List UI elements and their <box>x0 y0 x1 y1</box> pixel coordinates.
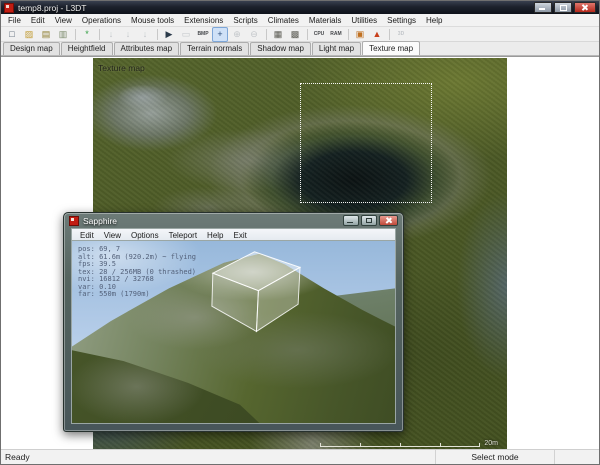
sapphire-menu-help[interactable]: Help <box>202 231 228 240</box>
minimize-button[interactable] <box>534 2 552 13</box>
tab-design-map[interactable]: Design map <box>3 42 60 55</box>
menu-bar: FileEditViewOperationsMouse toolsExtensi… <box>1 14 599 27</box>
tab-terrain-normals[interactable]: Terrain normals <box>180 42 249 55</box>
status-mode: Select mode <box>435 450 555 464</box>
tab-heightfield[interactable]: Heightfield <box>61 42 113 55</box>
sapphire-menu-edit[interactable]: Edit <box>75 231 99 240</box>
scale-bar-line <box>320 443 480 447</box>
status-bar: Ready Select mode <box>1 449 599 464</box>
tab-attributes-map[interactable]: Attributes map <box>114 42 180 55</box>
sapphire-3d-viewport[interactable]: pos: 69, 7alt: 61.6m (920.2m) ~ flyingfp… <box>71 240 396 424</box>
l3dt-app-icon <box>4 3 14 13</box>
overlay-mask-icon[interactable]: ▩ <box>287 27 303 42</box>
sapphire-menu-teleport[interactable]: Teleport <box>164 231 202 240</box>
menu-scripts[interactable]: Scripts <box>228 15 262 26</box>
new-project-icon[interactable]: □ <box>4 27 20 42</box>
sapphire-close-button[interactable] <box>379 215 398 226</box>
sapphire-3d-icon[interactable]: ▲ <box>369 27 385 42</box>
toolbar-separator <box>99 29 100 40</box>
open-project-icon[interactable]: ▨ <box>21 27 37 42</box>
zoom-out-icon: ⊖ <box>246 27 262 42</box>
scale-bar: 20m <box>320 440 498 447</box>
calc-step-3-icon: ↓ <box>137 27 153 42</box>
cpu-monitor-icon[interactable]: CPU <box>311 27 327 42</box>
l3dt-main-window: temp8.proj - L3DT FileEditViewOperations… <box>0 0 600 465</box>
sapphire-app-icon <box>69 216 79 226</box>
wizard-icon[interactable]: * <box>79 27 95 42</box>
sapphire-titlebar[interactable]: Sapphire <box>64 213 403 228</box>
sapphire-maximize-button[interactable] <box>361 215 377 226</box>
status-ready: Ready <box>1 452 435 462</box>
scale-bar-label: 20m <box>484 440 498 447</box>
select-tool-icon[interactable]: ▶ <box>161 27 177 42</box>
overlay-map-icon[interactable]: ▦ <box>270 27 286 42</box>
sapphire-menu-view[interactable]: View <box>99 231 126 240</box>
bmp-export-icon[interactable]: BMP <box>195 27 211 42</box>
toolbar-separator <box>389 29 390 40</box>
menu-utilities[interactable]: Utilities <box>346 15 382 26</box>
sapphire-menu-options[interactable]: Options <box>126 231 164 240</box>
menu-materials[interactable]: Materials <box>304 15 346 26</box>
ram-monitor-icon[interactable]: RAM <box>328 27 344 42</box>
view-3d-icon: 3D <box>393 27 409 42</box>
menu-operations[interactable]: Operations <box>77 15 126 26</box>
toolbar: □▨▤▥*↓↓↓▶▭BMP+⊕⊖▦▩CPURAM▣▲3D <box>1 27 599 42</box>
toolbar-separator <box>266 29 267 40</box>
tab-shadow-map[interactable]: Shadow map <box>250 42 311 55</box>
sapphire-window: Sapphire EditViewOptionsTeleportHelpExit… <box>63 212 404 432</box>
maximize-button[interactable] <box>554 2 572 13</box>
sapphire-title: Sapphire <box>83 216 341 226</box>
selection-rectangle[interactable] <box>300 83 432 203</box>
save-project-icon[interactable]: ▤ <box>38 27 54 42</box>
menu-extensions[interactable]: Extensions <box>179 15 228 26</box>
zoom-in-icon: ⊕ <box>229 27 245 42</box>
toolbar-separator <box>75 29 76 40</box>
import-icon[interactable]: ▥ <box>55 27 71 42</box>
window-title: temp8.proj - L3DT <box>18 3 534 13</box>
toolbar-separator <box>157 29 158 40</box>
tab-light-map[interactable]: Light map <box>312 42 361 55</box>
hud-line: far: 550m (1790m) <box>78 291 196 299</box>
calc-step-1-icon: ↓ <box>103 27 119 42</box>
calc-step-2-icon: ↓ <box>120 27 136 42</box>
menu-settings[interactable]: Settings <box>382 15 421 26</box>
measure-tool-icon: ▭ <box>178 27 194 42</box>
menu-mouse-tools[interactable]: Mouse tools <box>126 15 179 26</box>
window-controls <box>534 2 596 13</box>
pan-tool-icon[interactable]: + <box>212 27 228 42</box>
tab-texture-map[interactable]: Texture map <box>362 41 420 55</box>
status-spare-panel <box>555 450 599 464</box>
sapphire-menu-exit[interactable]: Exit <box>229 231 252 240</box>
titlebar[interactable]: temp8.proj - L3DT <box>1 1 599 14</box>
menu-file[interactable]: File <box>3 15 26 26</box>
selection-box-3d[interactable] <box>208 246 305 333</box>
sapphire-minimize-button[interactable] <box>343 215 359 226</box>
vehicle-tool-icon[interactable]: ▣ <box>352 27 368 42</box>
menu-climates[interactable]: Climates <box>263 15 304 26</box>
toolbar-separator <box>307 29 308 40</box>
map-tab-bar: Design mapHeightfieldAttributes mapTerra… <box>1 42 599 56</box>
close-button[interactable] <box>574 2 596 13</box>
toolbar-separator <box>348 29 349 40</box>
menu-help[interactable]: Help <box>421 15 447 26</box>
menu-view[interactable]: View <box>50 15 77 26</box>
menu-edit[interactable]: Edit <box>26 15 50 26</box>
map-type-label: Texture map <box>98 63 145 73</box>
hud-readout: pos: 69, 7alt: 61.6m (920.2m) ~ flyingfp… <box>78 246 196 299</box>
